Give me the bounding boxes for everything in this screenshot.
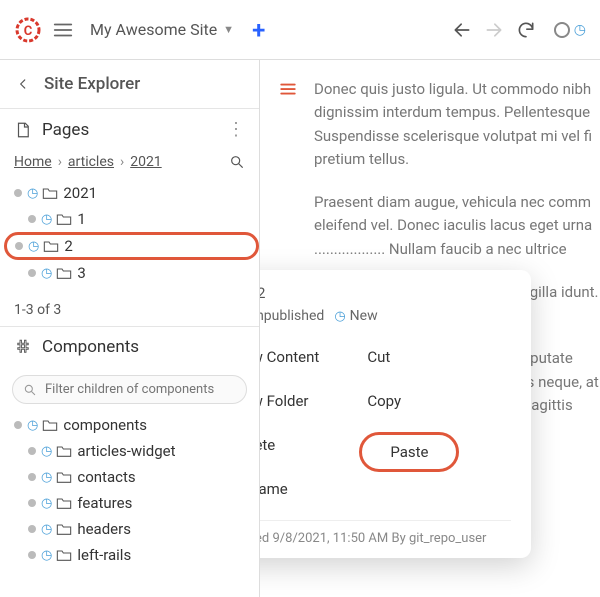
menu-delete[interactable]: Delete (260, 432, 319, 458)
explorer-back-icon[interactable] (16, 77, 30, 91)
search-icon (23, 383, 37, 397)
folder-icon (56, 496, 72, 510)
main-menu-icon[interactable] (52, 19, 74, 41)
filter-input-wrapper[interactable] (12, 375, 247, 404)
caret-down-icon: ▼ (223, 23, 234, 36)
component-item[interactable]: ◷ headers (4, 516, 259, 542)
folder-icon (56, 548, 72, 562)
tree-label: left-rails (77, 546, 131, 564)
folder-icon (56, 444, 72, 458)
components-section-label: Components (42, 337, 245, 357)
folder-icon (42, 186, 58, 200)
status-dot-icon (28, 269, 36, 277)
tree-label: headers (77, 520, 131, 538)
tree-label: contacts (77, 468, 135, 486)
clock-icon: ◷ (28, 239, 39, 254)
chevron-right-icon: › (58, 154, 62, 170)
pages-section-label: Pages (42, 120, 227, 140)
status-dot-icon (28, 525, 36, 533)
popover-footer: Edited 9/8/2021, 11:50 AM By git_repo_us… (260, 520, 511, 546)
app-logo-icon: C (14, 16, 42, 44)
component-icon (14, 338, 32, 356)
context-menu: 2 Unpublished ◷ New New Content New Fold… (260, 270, 531, 558)
status-ring-icon (554, 22, 570, 38)
tree-folder-1[interactable]: ◷ 1 (4, 206, 259, 232)
component-item[interactable]: ◷ components (4, 412, 259, 438)
tree-label: 2 (64, 237, 72, 255)
folder-icon (56, 470, 72, 484)
status-new: New (350, 308, 378, 324)
svg-text:C: C (24, 24, 33, 39)
status-dot-icon (28, 551, 36, 559)
tree-folder-2[interactable]: ◷ 2 (4, 232, 259, 260)
clock-icon: ◷ (41, 522, 52, 537)
status-dot-icon (14, 421, 22, 429)
search-icon[interactable] (229, 154, 245, 170)
status-dot-icon (28, 447, 36, 455)
popover-title: 2 (260, 284, 265, 302)
status-dot-icon (14, 189, 22, 197)
component-item[interactable]: ◷ articles-widget (4, 438, 259, 464)
tree-label: features (77, 494, 132, 512)
tree-label: articles-widget (77, 442, 175, 460)
page-icon (14, 121, 32, 139)
tree-folder-3[interactable]: ◷ 3 (4, 260, 259, 286)
breadcrumb: Home › articles › 2021 (0, 150, 259, 180)
component-item[interactable]: ◷ contacts (4, 464, 259, 490)
chevron-right-icon: › (120, 154, 124, 170)
tree-label: 1 (77, 210, 85, 228)
folder-icon (56, 266, 72, 280)
add-button[interactable]: + (252, 16, 265, 44)
filter-input[interactable] (45, 382, 236, 397)
refresh-button[interactable] (510, 14, 542, 46)
component-item[interactable]: ◷ features (4, 490, 259, 516)
menu-paste[interactable]: Paste (359, 432, 459, 472)
site-selector[interactable]: My Awesome Site ▼ (90, 20, 234, 39)
content-paragraph: Praesent diam augue, vehicula nec comm e… (314, 191, 600, 261)
status-dot-icon (28, 215, 36, 223)
nav-forward-button (478, 14, 510, 46)
crumb-articles[interactable]: articles (68, 154, 114, 170)
status-unpublished: Unpublished (260, 308, 324, 324)
tree-label: components (63, 416, 147, 434)
menu-new-content[interactable]: New Content (260, 344, 319, 370)
component-item[interactable]: ◷ left-rails (4, 542, 259, 568)
site-name-label: My Awesome Site (90, 20, 217, 39)
tree-label: 2021 (63, 184, 97, 202)
clock-icon: ◷ (27, 418, 38, 433)
clock-icon: ◷ (41, 212, 52, 227)
content-paragraph: Donec quis justo ligula. Ut commodo nibh… (314, 78, 600, 171)
crumb-2021[interactable]: 2021 (130, 154, 161, 170)
status-clock-icon: ◷ (574, 22, 586, 38)
menu-new-folder[interactable]: New Folder (260, 388, 319, 414)
pages-more-icon[interactable]: ⋮ (227, 119, 245, 140)
explorer-title: Site Explorer (44, 74, 140, 94)
menu-rename[interactable]: Rename (260, 476, 319, 502)
tree-label: 3 (77, 264, 85, 282)
folder-icon (56, 522, 72, 536)
folder-icon (43, 239, 59, 253)
folder-icon (42, 418, 58, 432)
folder-icon (56, 212, 72, 226)
menu-cut[interactable]: Cut (367, 344, 459, 370)
clock-icon: ◷ (334, 309, 345, 324)
clock-icon: ◷ (41, 548, 52, 563)
status-dot-icon (28, 499, 36, 507)
clock-icon: ◷ (41, 444, 52, 459)
crumb-home[interactable]: Home (14, 154, 52, 170)
status-dot-icon (15, 242, 23, 250)
menu-copy[interactable]: Copy (367, 388, 459, 414)
clock-icon: ◷ (41, 266, 52, 281)
status-dot-icon (28, 473, 36, 481)
nav-back-button[interactable] (446, 14, 478, 46)
clock-icon: ◷ (27, 186, 38, 201)
clock-icon: ◷ (41, 496, 52, 511)
tree-folder-2021[interactable]: ◷ 2021 (4, 180, 259, 206)
clock-icon: ◷ (41, 470, 52, 485)
tree-count: 1-3 of 3 (0, 294, 259, 326)
